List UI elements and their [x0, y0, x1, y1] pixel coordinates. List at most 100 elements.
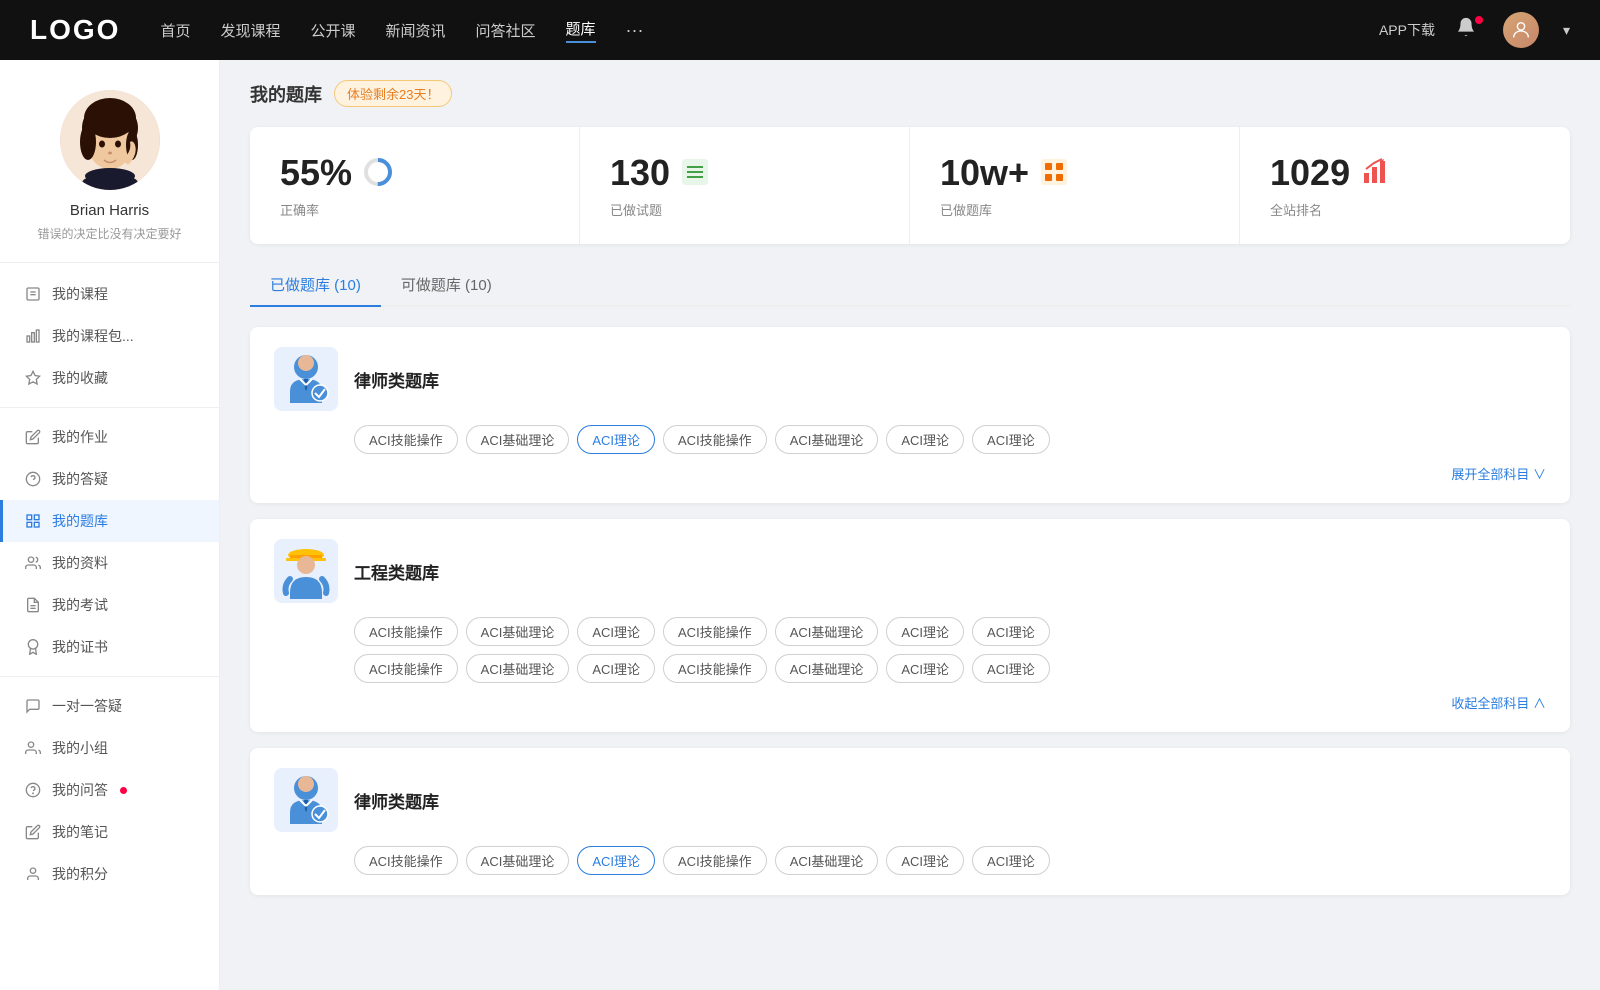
stat-banks-done: 10w+ 已做题库	[910, 127, 1240, 244]
stat-header-banks: 10w+	[940, 152, 1209, 194]
sidebar-item-notes[interactable]: 我的笔记	[0, 811, 219, 853]
tag[interactable]: ACI技能操作	[354, 425, 458, 454]
sidebar-item-my-course[interactable]: 我的课程	[0, 273, 219, 315]
main-content: 我的题库 体验剩余23天！ 55% 正确率	[220, 60, 1600, 990]
tag[interactable]: ACI技能操作	[663, 654, 767, 683]
sidebar-item-label: 我的收藏	[52, 368, 108, 388]
tag[interactable]: ACI基础理论	[466, 425, 570, 454]
tag[interactable]: ACI基础理论	[775, 846, 879, 875]
nav-qbank[interactable]: 题库	[566, 18, 596, 43]
sidebar-item-course-package[interactable]: 我的课程包...	[0, 315, 219, 357]
tag[interactable]: ACI基础理论	[466, 846, 570, 875]
sidebar-item-label: 一对一答疑	[52, 696, 122, 716]
sidebar-item-my-qa[interactable]: 我的问答	[0, 769, 219, 811]
divider-2	[0, 676, 219, 677]
award-icon	[24, 638, 42, 656]
tag[interactable]: ACI技能操作	[354, 617, 458, 646]
sidebar-item-label: 我的考试	[52, 595, 108, 615]
qbank-tags-3: ACI技能操作 ACI基础理论 ACI理论 ACI技能操作 ACI基础理论 AC…	[354, 846, 1546, 875]
grid-icon	[24, 512, 42, 530]
nav-qa[interactable]: 问答社区	[476, 20, 536, 41]
tab-done[interactable]: 已做题库 (10)	[250, 264, 381, 305]
notification-bell[interactable]	[1455, 16, 1483, 44]
nav-home[interactable]: 首页	[160, 20, 190, 41]
nav-news[interactable]: 新闻资讯	[386, 20, 446, 41]
engineer-icon	[274, 539, 338, 603]
tag-active[interactable]: ACI理论	[577, 425, 655, 454]
navbar-logo[interactable]: LOGO	[30, 14, 120, 46]
sidebar-item-qa[interactable]: 我的答疑	[0, 458, 219, 500]
stat-value-questions: 130	[610, 152, 670, 194]
stat-questions-done: 130 已做试题	[580, 127, 910, 244]
sidebar-profile: Brian Harris 错误的决定比没有决定要好	[0, 60, 219, 263]
nav-discover[interactable]: 发现课程	[220, 20, 280, 41]
page-header: 我的题库 体验剩余23天！	[250, 80, 1570, 107]
user-menu-chevron[interactable]: ▾	[1563, 22, 1570, 39]
grid-stat-icon	[1039, 157, 1069, 190]
qbank-footer-2: 收起全部科目 ∧	[274, 693, 1546, 712]
tag[interactable]: ACI基础理论	[775, 654, 879, 683]
sidebar-item-materials[interactable]: 我的资料	[0, 542, 219, 584]
tag[interactable]: ACI理论	[886, 846, 964, 875]
sidebar-item-group[interactable]: 我的小组	[0, 727, 219, 769]
user-avatar[interactable]	[1503, 12, 1539, 48]
page-layout: Brian Harris 错误的决定比没有决定要好 我的课程 我的课程包...	[0, 60, 1600, 990]
stat-header-rank: 1029	[1270, 152, 1540, 194]
tag[interactable]: ACI技能操作	[354, 846, 458, 875]
group-icon	[24, 739, 42, 757]
app-download-button[interactable]: APP下载	[1379, 20, 1435, 40]
bell-notification-dot	[1475, 16, 1483, 24]
lawyer-icon-1	[274, 347, 338, 411]
tag[interactable]: ACI基础理论	[775, 425, 879, 454]
tag[interactable]: ACI理论	[577, 617, 655, 646]
qbank-tags-2-row1: ACI技能操作 ACI基础理论 ACI理论 ACI技能操作 ACI基础理论 AC…	[354, 617, 1546, 646]
sidebar-item-qbank[interactable]: 我的题库	[0, 500, 219, 542]
tag[interactable]: ACI理论	[972, 425, 1050, 454]
tag[interactable]: ACI理论	[972, 617, 1050, 646]
stat-ranking: 1029 全站排名	[1240, 127, 1570, 244]
expand-button-1[interactable]: 展开全部科目 ∨	[1451, 464, 1546, 483]
tag[interactable]: ACI基础理论	[466, 617, 570, 646]
tag[interactable]: ACI基础理论	[466, 654, 570, 683]
sidebar-item-label: 我的问答	[52, 780, 108, 800]
nav-open-course[interactable]: 公开课	[310, 20, 355, 41]
tag-active[interactable]: ACI理论	[577, 846, 655, 875]
star-icon	[24, 369, 42, 387]
tag[interactable]: ACI技能操作	[663, 425, 767, 454]
tag[interactable]: ACI理论	[577, 654, 655, 683]
avatar	[60, 90, 160, 190]
pie-chart-icon	[362, 156, 394, 191]
stat-label-questions: 已做试题	[610, 200, 879, 219]
sidebar-item-certificate[interactable]: 我的证书	[0, 626, 219, 668]
tag[interactable]: ACI技能操作	[354, 654, 458, 683]
lawyer-icon-2	[274, 768, 338, 832]
stats-grid: 55% 正确率 130	[250, 127, 1570, 244]
tag[interactable]: ACI理论	[886, 617, 964, 646]
notes-icon	[24, 823, 42, 841]
sidebar-item-exam[interactable]: 我的考试	[0, 584, 219, 626]
tag[interactable]: ACI基础理论	[775, 617, 879, 646]
bar-up-icon	[1360, 157, 1390, 190]
qbank-tags-2-row2: ACI技能操作 ACI基础理论 ACI理论 ACI技能操作 ACI基础理论 AC…	[354, 654, 1546, 683]
points-icon	[24, 865, 42, 883]
nav-more[interactable]: ···	[626, 20, 644, 41]
sidebar-item-points[interactable]: 我的积分	[0, 853, 219, 895]
sidebar-item-one-on-one[interactable]: 一对一答疑	[0, 685, 219, 727]
file-text-icon	[24, 596, 42, 614]
sidebar-item-label: 我的笔记	[52, 822, 108, 842]
stat-value-banks: 10w+	[940, 152, 1029, 194]
tag[interactable]: ACI技能操作	[663, 617, 767, 646]
stat-header-questions: 130	[610, 152, 879, 194]
collapse-button-2[interactable]: 收起全部科目 ∧	[1451, 693, 1546, 712]
tag[interactable]: ACI理论	[972, 654, 1050, 683]
help-circle-icon	[24, 470, 42, 488]
tag[interactable]: ACI技能操作	[663, 846, 767, 875]
sidebar-item-homework[interactable]: 我的作业	[0, 416, 219, 458]
tag[interactable]: ACI理论	[972, 846, 1050, 875]
tag[interactable]: ACI理论	[886, 654, 964, 683]
sidebar-item-favorites[interactable]: 我的收藏	[0, 357, 219, 399]
stat-label-banks: 已做题库	[940, 200, 1209, 219]
tab-available[interactable]: 可做题库 (10)	[381, 264, 512, 305]
sidebar-menu: 我的课程 我的课程包... 我的收藏 我的作业	[0, 263, 219, 905]
tag[interactable]: ACI理论	[886, 425, 964, 454]
